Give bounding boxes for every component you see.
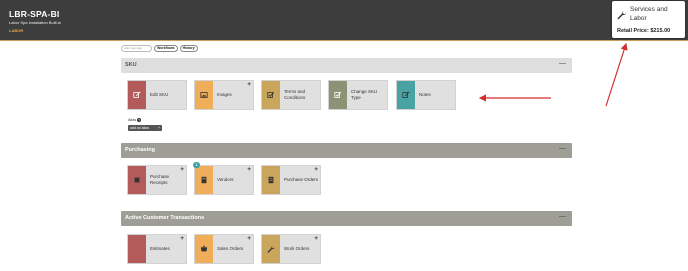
annotation-arrows — [478, 42, 628, 107]
page: LBR-SPA-BI Labor Spa Installation Built-… — [0, 0, 688, 271]
annotation-arrow-to-price-card — [605, 42, 628, 107]
